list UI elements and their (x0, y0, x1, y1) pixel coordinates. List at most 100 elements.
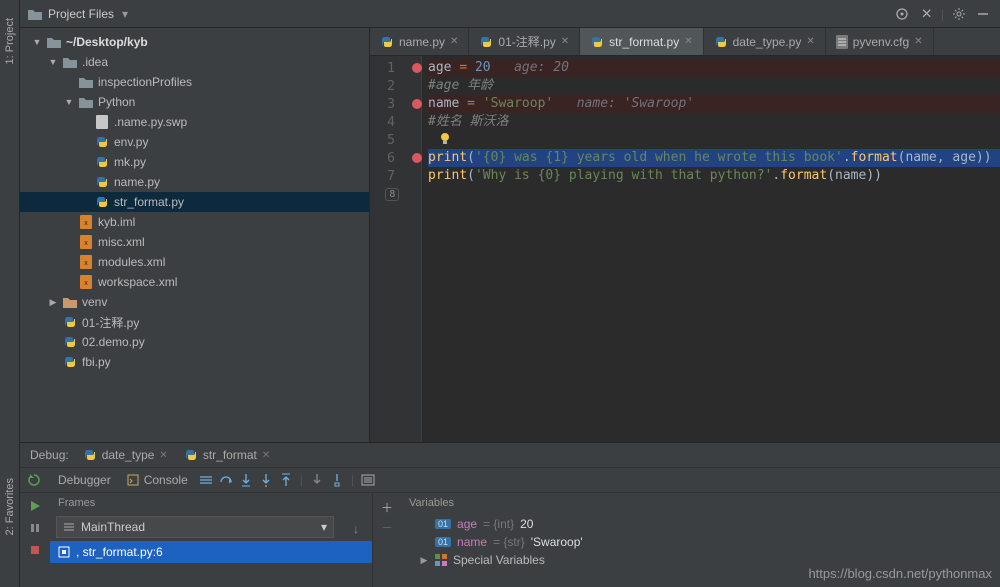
py-icon (62, 314, 78, 330)
drop-frame-icon[interactable] (307, 473, 327, 487)
expand-arrow-icon[interactable]: ▼ (48, 57, 58, 67)
tree-item-label: venv (82, 295, 107, 309)
folder-icon (46, 34, 62, 50)
step-into-icon[interactable] (236, 473, 256, 487)
project-view-mode[interactable]: Project Files (48, 7, 114, 21)
tree-item[interactable]: 02.demo.py (20, 332, 369, 352)
tree-item[interactable]: name.py (20, 172, 369, 192)
editor-tab[interactable]: date_type.py✕ (704, 28, 826, 55)
threads-icon[interactable] (196, 475, 216, 485)
debugger-tab[interactable]: Debugger (50, 473, 119, 487)
thread-dropdown[interactable]: MainThread ▾ (56, 516, 334, 538)
folder-o-icon (62, 294, 78, 310)
pause-icon[interactable] (25, 519, 45, 537)
tree-item-label: fbi.py (82, 355, 111, 369)
debug-session-tab[interactable]: date_type ✕ (75, 445, 176, 465)
tree-item[interactable]: ▼~/Desktop/kyb (20, 32, 369, 52)
project-tool-button[interactable]: 1: Project (4, 10, 16, 76)
step-out-icon[interactable] (276, 473, 296, 487)
tree-item[interactable]: ▼ Python (20, 92, 369, 112)
debug-session-tab[interactable]: str_format ✕ (176, 445, 278, 465)
folder-icon (62, 54, 78, 70)
py-icon (479, 35, 493, 49)
chevron-down-icon[interactable]: ▾ (122, 7, 128, 21)
hide-panel-icon[interactable] (974, 5, 992, 23)
close-tab-icon[interactable]: ✕ (561, 36, 569, 47)
console-tab[interactable]: Console (119, 473, 196, 487)
tree-item[interactable]: xworkspace.xml (20, 272, 369, 292)
evaluate-expression-icon[interactable] (358, 474, 378, 486)
tree-item[interactable]: x modules.xml (20, 252, 369, 272)
run-to-cursor-icon[interactable] (327, 473, 347, 487)
tree-item-label: 01-注释.py (82, 314, 139, 331)
variable-row[interactable]: 01 age = {int} 20 (401, 515, 1000, 533)
tree-item[interactable]: ▼.idea (20, 52, 369, 72)
add-watch-icon[interactable]: ＋ (377, 497, 397, 517)
editor-tab[interactable]: pyvenv.cfg ✕ (826, 28, 934, 55)
tree-item-label: modules.xml (98, 255, 165, 269)
tree-item-label: .name.py.swp (114, 115, 187, 129)
tree-item[interactable]: ▶ venv (20, 292, 369, 312)
resume-icon[interactable] (25, 497, 45, 515)
prev-frame-icon[interactable]: ↓ (353, 522, 359, 536)
tree-item[interactable]: mk.py (20, 152, 369, 172)
close-icon[interactable]: ✕ (262, 450, 270, 461)
breakpoint-icon[interactable] (412, 153, 422, 163)
remove-watch-icon[interactable]: － (377, 517, 397, 537)
expand-arrow-icon[interactable]: ▼ (64, 97, 74, 107)
tree-item[interactable]: fbi.py (20, 352, 369, 372)
close-tab-icon[interactable]: ✕ (684, 36, 692, 47)
editor-tab[interactable]: name.py✕ (370, 28, 469, 55)
tree-item-label: name.py (114, 175, 160, 189)
tab-label: pyvenv.cfg (853, 35, 909, 49)
stack-frame-row[interactable]: , str_format.py:6 (50, 541, 372, 563)
editor-content[interactable]: age = 20 age: 20#age 年龄name = 'Swaroop' … (422, 56, 1000, 442)
breakpoint-icon[interactable] (412, 99, 422, 109)
code-line[interactable]: #age 年龄 (428, 77, 1000, 95)
scroll-to-source-icon[interactable] (893, 5, 911, 23)
tree-item[interactable]: .name.py.swp (20, 112, 369, 132)
project-tree[interactable]: ▼~/Desktop/kyb▼.idea inspectionProfiles ▼ P… (20, 28, 370, 442)
favorites-tool-button[interactable]: 2: Favorites (4, 470, 16, 547)
force-step-into-icon[interactable] (256, 473, 276, 487)
tree-item-label: inspectionProfiles (98, 75, 192, 89)
step-over-icon[interactable] (216, 474, 236, 486)
close-tab-icon[interactable]: ✕ (806, 36, 814, 47)
code-line[interactable]: #姓名 斯沃洛 (428, 113, 1000, 131)
intention-bulb-icon[interactable] (438, 131, 452, 145)
tree-item-label: Python (98, 95, 135, 109)
editor-tab[interactable]: str_format.py ✕ (580, 28, 703, 55)
code-line[interactable]: print('{0} was {1} years old when he wro… (428, 149, 1000, 167)
code-editor[interactable]: 12345678 age = 20 age: 20#age 年龄name = '… (370, 56, 1000, 442)
xml-icon: x (78, 254, 94, 270)
code-line[interactable]: name = 'Swaroop' name: 'Swaroop' (428, 95, 1000, 113)
code-line[interactable]: age = 20 age: 20 (428, 59, 1000, 77)
editor-gutter[interactable]: 12345678 (370, 56, 422, 442)
tree-item[interactable]: 01-注释.py (20, 312, 369, 332)
code-line[interactable]: print('Why is {0} playing with that pyth… (428, 167, 1000, 185)
variable-row[interactable]: 01 name = {str} 'Swaroop' (401, 533, 1000, 551)
expand-arrow-icon[interactable]: ▶ (48, 297, 58, 308)
stop-icon[interactable] (25, 541, 45, 559)
close-tab-icon[interactable]: ✕ (450, 36, 458, 47)
tree-item[interactable]: xkyb.iml (20, 212, 369, 232)
rerun-icon[interactable] (28, 473, 42, 487)
collapse-all-icon[interactable] (917, 5, 935, 23)
svg-text:x: x (84, 220, 88, 227)
xml-icon: x (78, 234, 94, 250)
code-line[interactable] (428, 185, 1000, 203)
code-line[interactable] (428, 131, 1000, 149)
tree-item[interactable]: xmisc.xml (20, 232, 369, 252)
frames-list[interactable]: , str_format.py:6 (50, 541, 372, 587)
close-icon[interactable]: ✕ (159, 450, 167, 461)
gear-icon[interactable] (950, 5, 968, 23)
tab-label: str_format.py (609, 35, 679, 49)
xml-icon: x (78, 214, 94, 230)
breakpoint-icon[interactable] (412, 63, 422, 73)
expand-arrow-icon[interactable]: ▼ (32, 37, 42, 47)
editor-tab[interactable]: 01-注释.py✕ (469, 28, 580, 55)
tree-item[interactable]: env.py (20, 132, 369, 152)
tree-item[interactable]: inspectionProfiles (20, 72, 369, 92)
close-tab-icon[interactable]: ✕ (914, 36, 922, 47)
tree-item[interactable]: str_format.py (20, 192, 369, 212)
